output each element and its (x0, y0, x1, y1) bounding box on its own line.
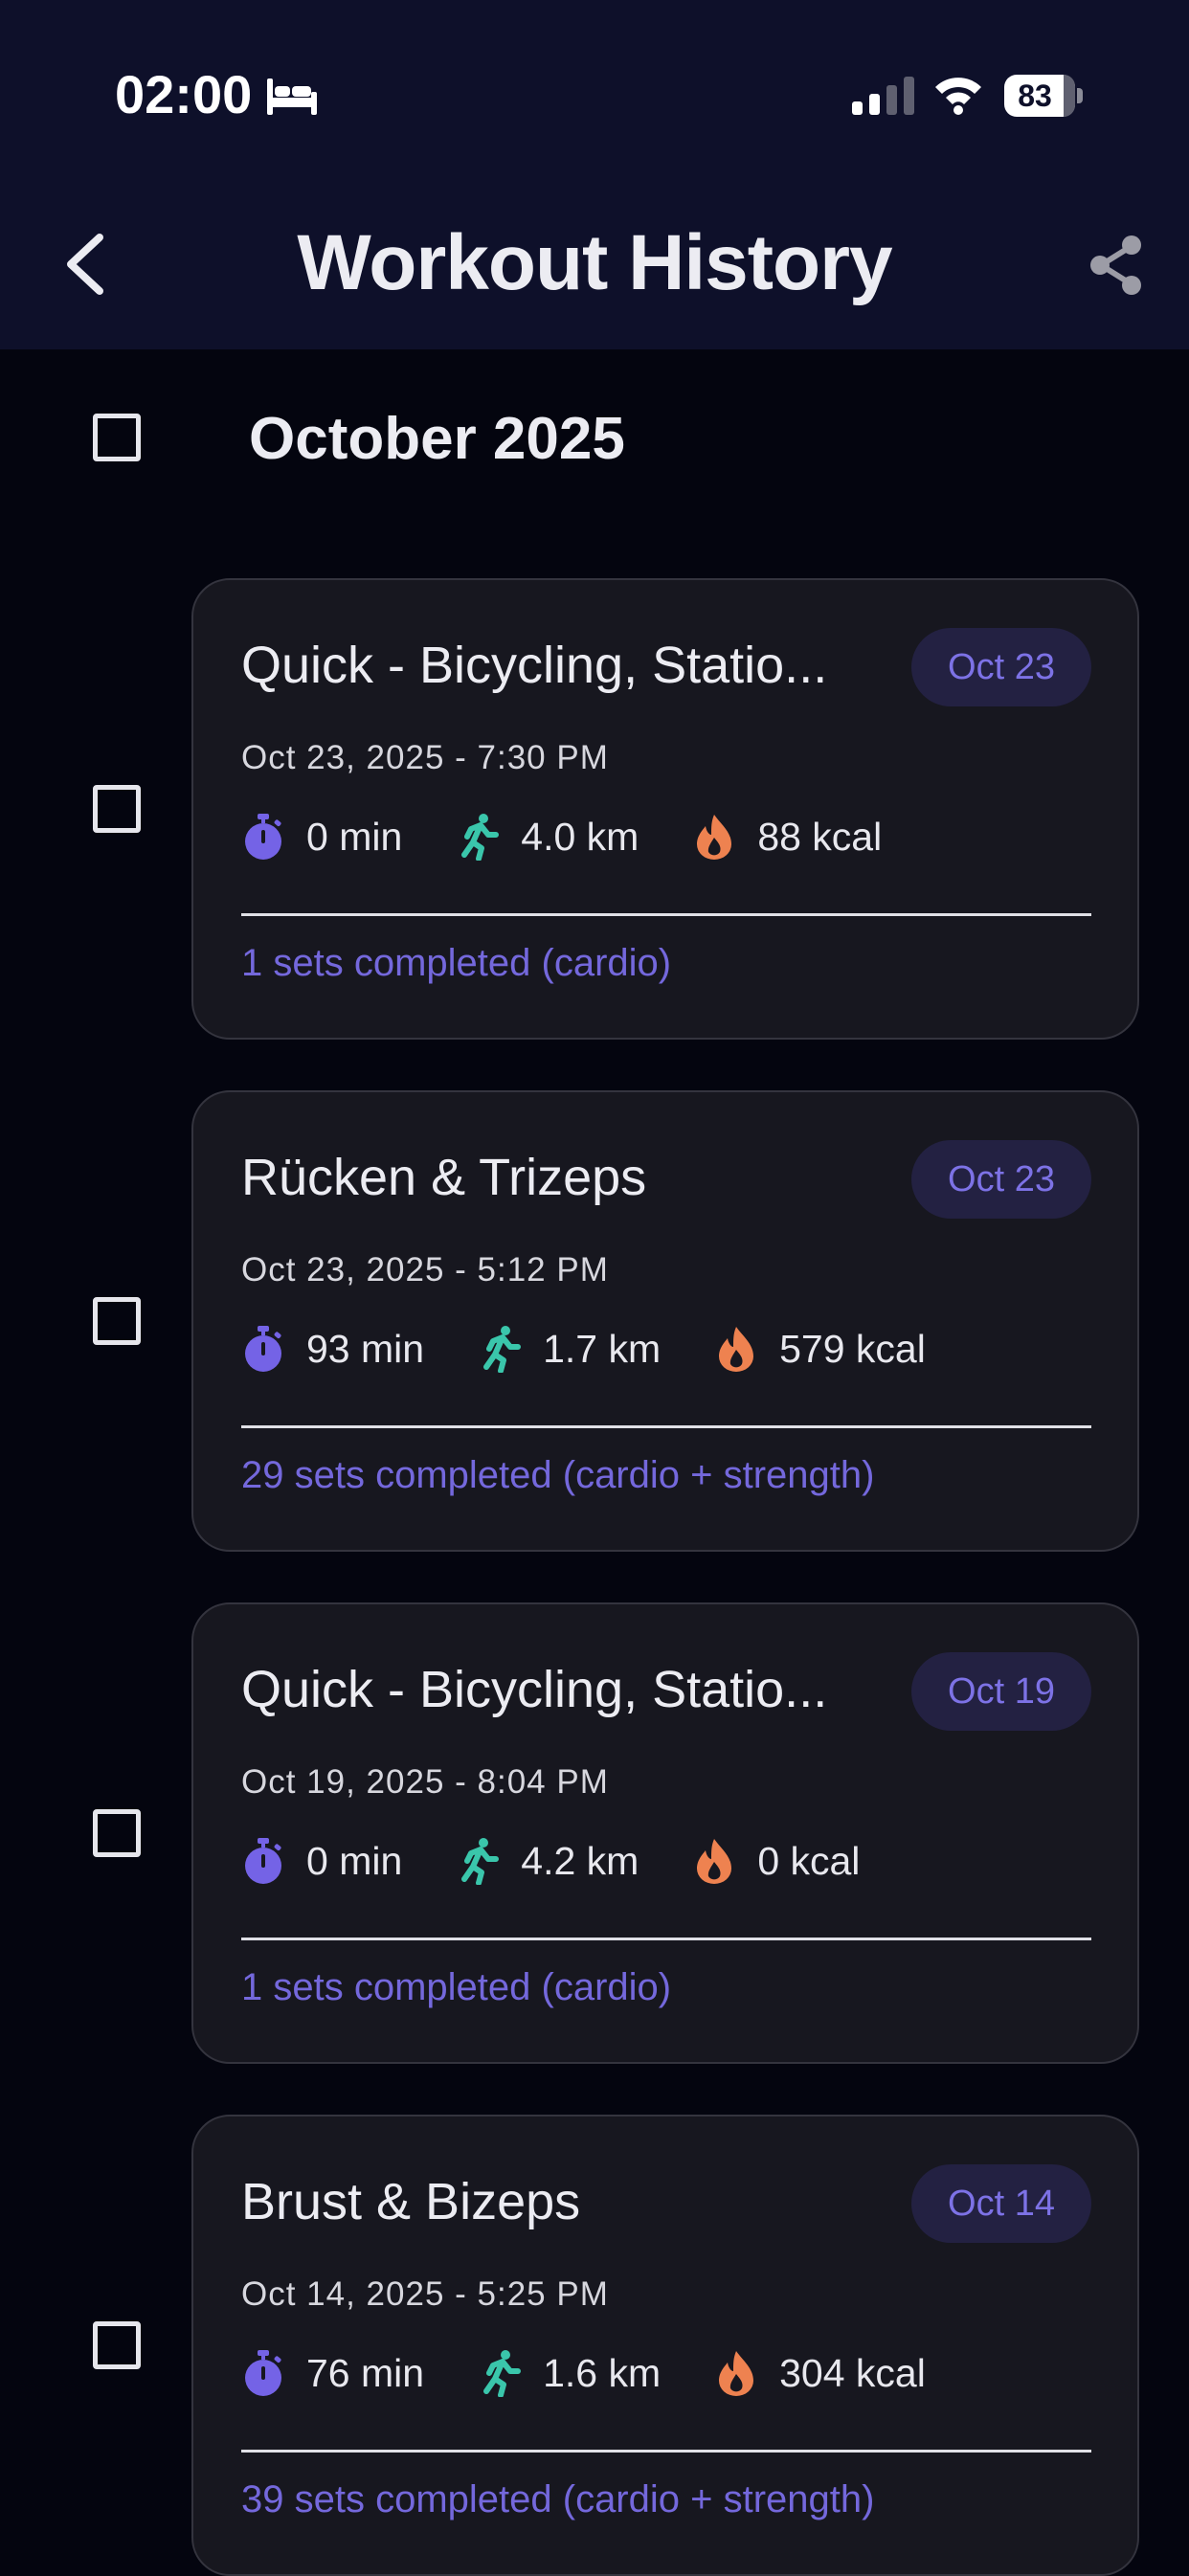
workout-title: Quick - Bicycling, Statio... (241, 1661, 828, 1718)
card-divider (241, 1425, 1091, 1428)
distance-stat: 4.0 km (456, 813, 639, 861)
workout-stats: 76 min 1.6 km 304 kcal (241, 2344, 979, 2402)
date-badge: Oct 19 (911, 1652, 1091, 1731)
duration-value: 0 min (306, 1838, 403, 1883)
workout-select-checkbox[interactable] (93, 785, 141, 833)
calories-value: 0 kcal (757, 1838, 861, 1883)
calories-value: 579 kcal (779, 1326, 926, 1371)
calories-stat: 579 kcal (714, 1325, 926, 1373)
sets-summary: 1 sets completed (cardio) (241, 1966, 672, 2008)
workout-datetime: Oct 23, 2025 - 5:12 PM (241, 1251, 609, 1288)
wifi-icon (935, 78, 981, 115)
workout-card[interactable]: Rücken & Trizeps Oct 23 Oct 23, 2025 - 5… (191, 1090, 1139, 1552)
distance-value: 4.0 km (521, 814, 639, 859)
duration-stat: 0 min (241, 813, 402, 861)
duration-value: 76 min (306, 2350, 425, 2395)
distance-stat: 4.2 km (456, 1837, 639, 1885)
stopwatch-icon (245, 1326, 281, 1372)
workout-select-checkbox[interactable] (93, 2321, 141, 2369)
date-badge: Oct 23 (911, 628, 1091, 706)
workout-title: Quick - Bicycling, Statio... (241, 637, 828, 694)
workout-card[interactable]: Quick - Bicycling, Statio... Oct 23 Oct … (191, 578, 1139, 1040)
date-badge: Oct 14 (911, 2164, 1091, 2243)
workout-select-checkbox[interactable] (93, 1297, 141, 1345)
distance-value: 1.7 km (543, 1326, 662, 1371)
workout-card[interactable]: Quick - Bicycling, Statio... Oct 19 Oct … (191, 1602, 1139, 2064)
duration-stat: 76 min (241, 2349, 424, 2397)
running-person-icon (483, 2350, 522, 2397)
share-icon (1090, 235, 1141, 295)
duration-value: 93 min (306, 1326, 425, 1371)
flame-icon (697, 1839, 732, 1884)
distance-value: 4.2 km (521, 1838, 639, 1883)
workout-datetime: Oct 19, 2025 - 8:04 PM (241, 1763, 609, 1801)
sleep-focus-icon (267, 78, 317, 115)
card-divider (241, 2450, 1091, 2453)
card-divider (241, 1938, 1091, 1940)
month-section-title: October 2025 (249, 406, 625, 472)
status-time: 02:00 (115, 64, 253, 124)
running-person-icon (483, 1326, 522, 1373)
page-title: Workout History (297, 219, 892, 306)
cellular-signal-icon (852, 77, 914, 115)
battery-level: 83 (1018, 78, 1052, 113)
battery-nub (1077, 88, 1083, 103)
calories-value: 88 kcal (757, 814, 883, 859)
status-bar: 02:00 83 (0, 0, 1189, 182)
workout-datetime: Oct 14, 2025 - 5:25 PM (241, 2275, 609, 2313)
workout-title: Brust & Bizeps (241, 2173, 581, 2230)
stopwatch-icon (245, 2350, 281, 2396)
battery-indicator: 83 (1004, 75, 1083, 117)
workout-stats: 0 min 4.2 km 0 kcal (241, 1832, 913, 1890)
calories-stat: 304 kcal (714, 2349, 926, 2397)
distance-stat: 1.7 km (478, 1325, 661, 1373)
sets-summary: 39 sets completed (cardio + strength) (241, 2478, 875, 2520)
date-badge: Oct 23 (911, 1140, 1091, 1219)
month-select-checkbox[interactable] (93, 414, 141, 461)
stopwatch-icon (245, 814, 281, 860)
workout-title: Rücken & Trizeps (241, 1149, 647, 1206)
workout-datetime: Oct 23, 2025 - 7:30 PM (241, 739, 609, 776)
calories-stat: 0 kcal (692, 1837, 860, 1885)
duration-stat: 0 min (241, 1837, 402, 1885)
running-person-icon (461, 1838, 500, 1885)
sets-summary: 29 sets completed (cardio + strength) (241, 1454, 875, 1496)
sets-summary: 1 sets completed (cardio) (241, 942, 672, 984)
calories-value: 304 kcal (779, 2350, 926, 2395)
battery-body: 83 (1004, 75, 1075, 117)
workout-stats: 0 min 4.0 km 88 kcal (241, 808, 935, 865)
flame-icon (697, 815, 732, 860)
stopwatch-icon (245, 1838, 281, 1884)
calories-stat: 88 kcal (692, 813, 882, 861)
duration-value: 0 min (306, 814, 403, 859)
share-button[interactable] (1088, 234, 1145, 297)
workout-stats: 93 min 1.7 km 579 kcal (241, 1320, 979, 1378)
duration-stat: 93 min (241, 1325, 424, 1373)
workout-card[interactable]: Brust & Bizeps Oct 14 Oct 14, 2025 - 5:2… (191, 2115, 1139, 2576)
running-person-icon (461, 814, 500, 861)
flame-icon (719, 1327, 754, 1372)
flame-icon (719, 2351, 754, 2396)
distance-value: 1.6 km (543, 2350, 662, 2395)
distance-stat: 1.6 km (478, 2349, 661, 2397)
card-divider (241, 913, 1091, 916)
workout-select-checkbox[interactable] (93, 1809, 141, 1857)
